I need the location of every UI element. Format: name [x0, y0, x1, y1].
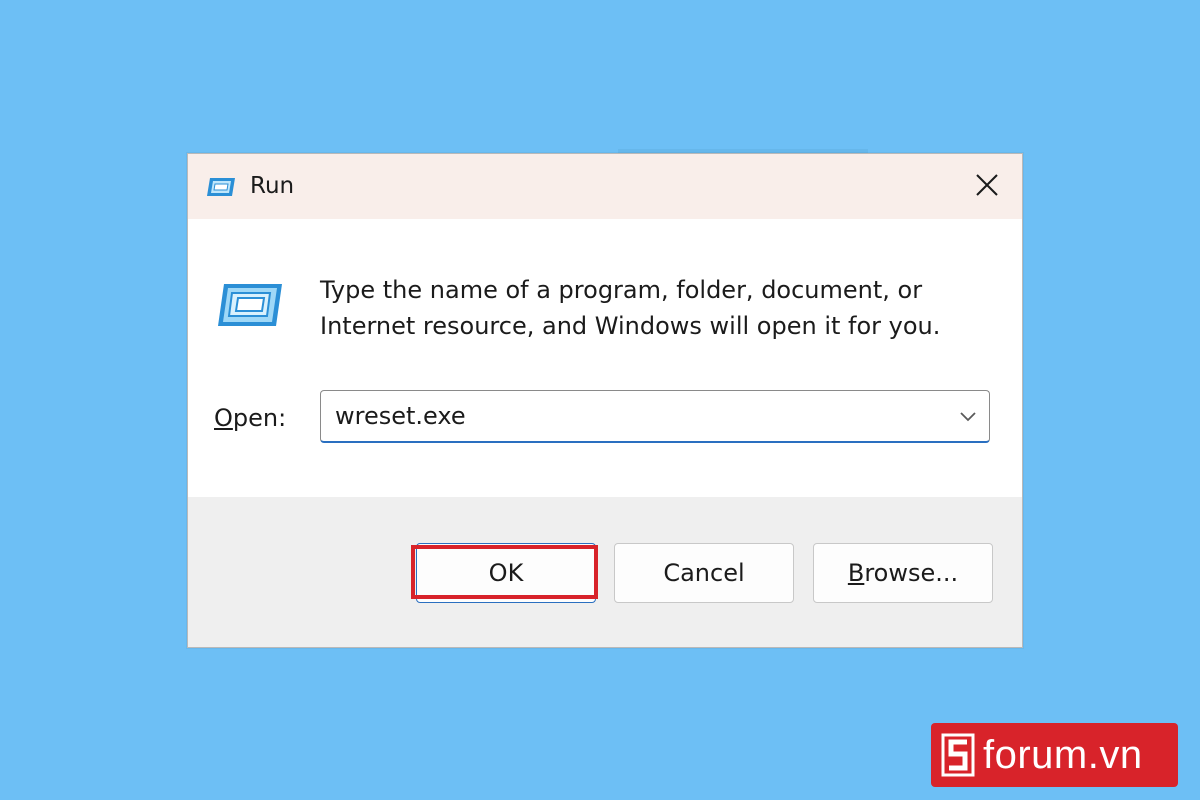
open-label: Open:: [214, 403, 286, 433]
cancel-button[interactable]: Cancel: [614, 543, 794, 603]
instruction-text: Type the name of a program, folder, docu…: [320, 276, 941, 340]
background-window-fragment: [618, 146, 868, 153]
dialog-body: Type the name of a program, folder, docu…: [188, 219, 1022, 497]
window-title: Run: [250, 173, 295, 199]
dialog-footer: OK Cancel Browse...: [188, 497, 1022, 647]
browse-access-key: B: [847, 559, 865, 587]
ok-button[interactable]: OK: [416, 543, 596, 603]
open-label-access-key: O: [214, 404, 233, 432]
browse-label: rowse...: [864, 559, 959, 587]
sforum-logo: forum.vn: [931, 723, 1178, 787]
title-bar[interactable]: Run: [188, 154, 1022, 219]
watermark-text: forum.vn: [983, 733, 1143, 777]
browse-button[interactable]: Browse...: [813, 543, 993, 603]
close-button[interactable]: [966, 166, 1008, 208]
open-label-text: pen:: [232, 404, 287, 432]
run-icon: [216, 281, 284, 329]
close-icon: [974, 172, 1000, 202]
run-icon: [206, 176, 236, 198]
run-dialog: Run Type the name of a program, folder, …: [187, 153, 1023, 648]
sforum-logo-mark: [941, 733, 975, 777]
open-input[interactable]: [335, 399, 935, 433]
chevron-down-icon[interactable]: [957, 405, 979, 427]
open-combobox[interactable]: [320, 390, 990, 443]
